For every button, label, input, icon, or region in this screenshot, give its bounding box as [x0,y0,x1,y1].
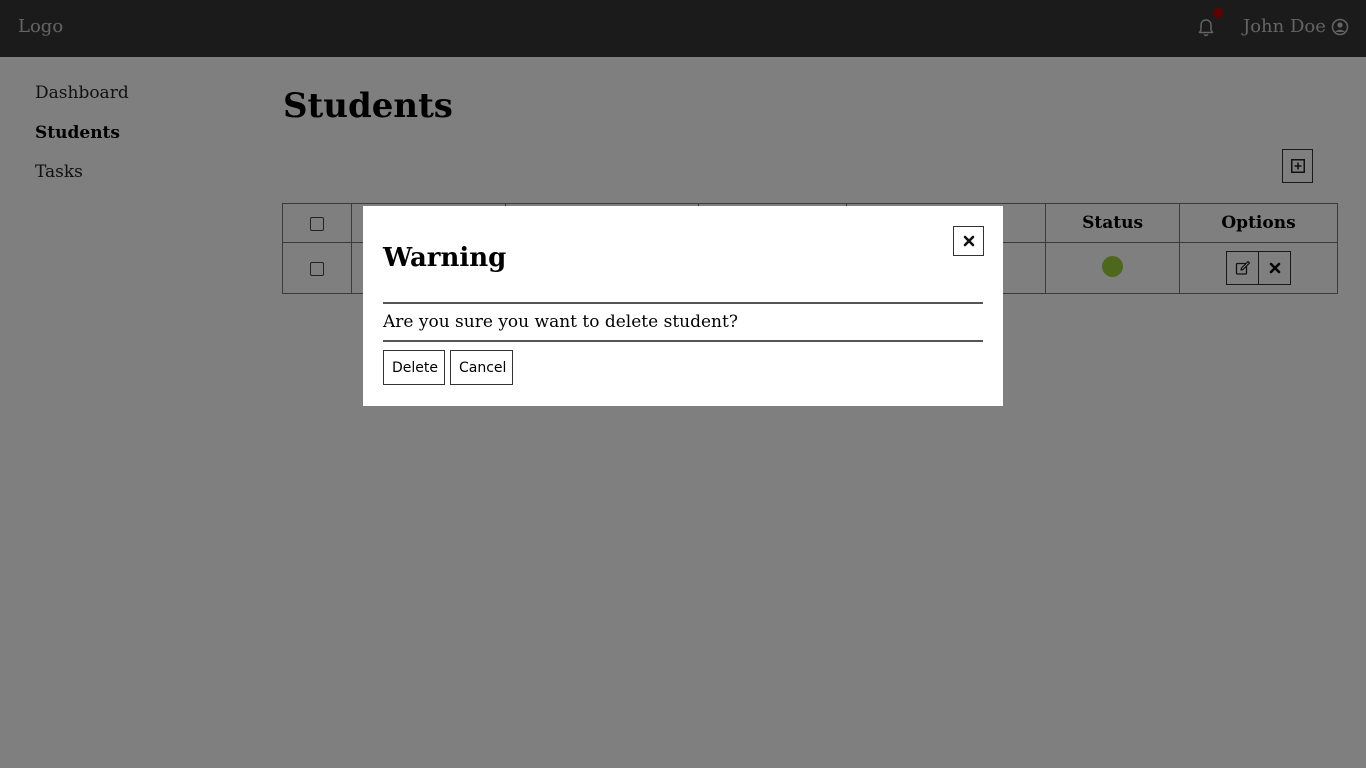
close-icon [963,235,974,247]
delete-confirmation-dialog: Warning Are you sure you want to delete … [363,206,1003,406]
dialog-message: Are you sure you want to delete student? [383,312,738,332]
divider [383,302,983,304]
dialog-title: Warning [383,243,507,273]
cancel-button[interactable]: Cancel [450,350,513,385]
divider [383,340,983,342]
confirm-delete-button[interactable]: Delete [383,350,445,385]
close-dialog-button[interactable] [953,226,984,256]
